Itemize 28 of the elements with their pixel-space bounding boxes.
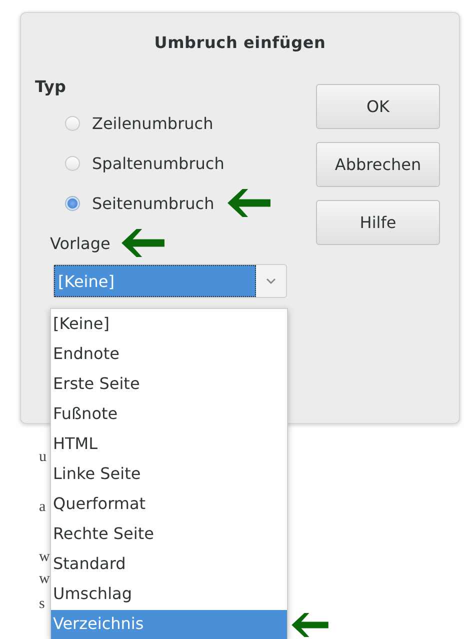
list-item[interactable]: Linke Seite xyxy=(51,460,287,490)
radio-label[interactable]: Zeilenumbruch xyxy=(92,114,214,132)
list-item[interactable]: HTML xyxy=(51,430,287,460)
list-item[interactable]: Erste Seite xyxy=(51,370,287,400)
dialog-button[interactable]: Hilfe xyxy=(316,200,440,245)
radio-label[interactable]: Spaltenumbruch xyxy=(92,154,224,172)
radio-button[interactable] xyxy=(65,116,80,130)
group-label: Typ xyxy=(35,77,67,96)
radio-button[interactable] xyxy=(65,156,80,170)
list-item[interactable]: Umschlag xyxy=(51,580,287,610)
document-text: w xyxy=(39,570,50,589)
document-text: s xyxy=(39,595,46,614)
list-item[interactable]: Fußnote xyxy=(51,400,287,430)
radio-label[interactable]: Seitenumbruch xyxy=(92,194,214,212)
radio-button[interactable] xyxy=(65,196,80,210)
list-item[interactable]: Rechte Seite xyxy=(51,520,287,550)
dialog-title: Umbruch einfügen xyxy=(153,32,327,54)
list-item[interactable]: Standard xyxy=(51,550,287,580)
document-text: a xyxy=(39,498,47,517)
dialog-button[interactable]: OK xyxy=(316,84,440,129)
list-item[interactable]: [Keine] xyxy=(51,310,287,340)
document-text: w xyxy=(39,548,50,567)
dialog-button[interactable]: Abbrechen xyxy=(316,142,440,187)
caret-icon xyxy=(266,278,276,284)
list-item[interactable]: Querformat xyxy=(51,490,287,520)
field-label: Vorlage xyxy=(50,234,110,252)
document-text: u xyxy=(39,448,48,467)
list-item[interactable]: Endnote xyxy=(51,340,287,370)
